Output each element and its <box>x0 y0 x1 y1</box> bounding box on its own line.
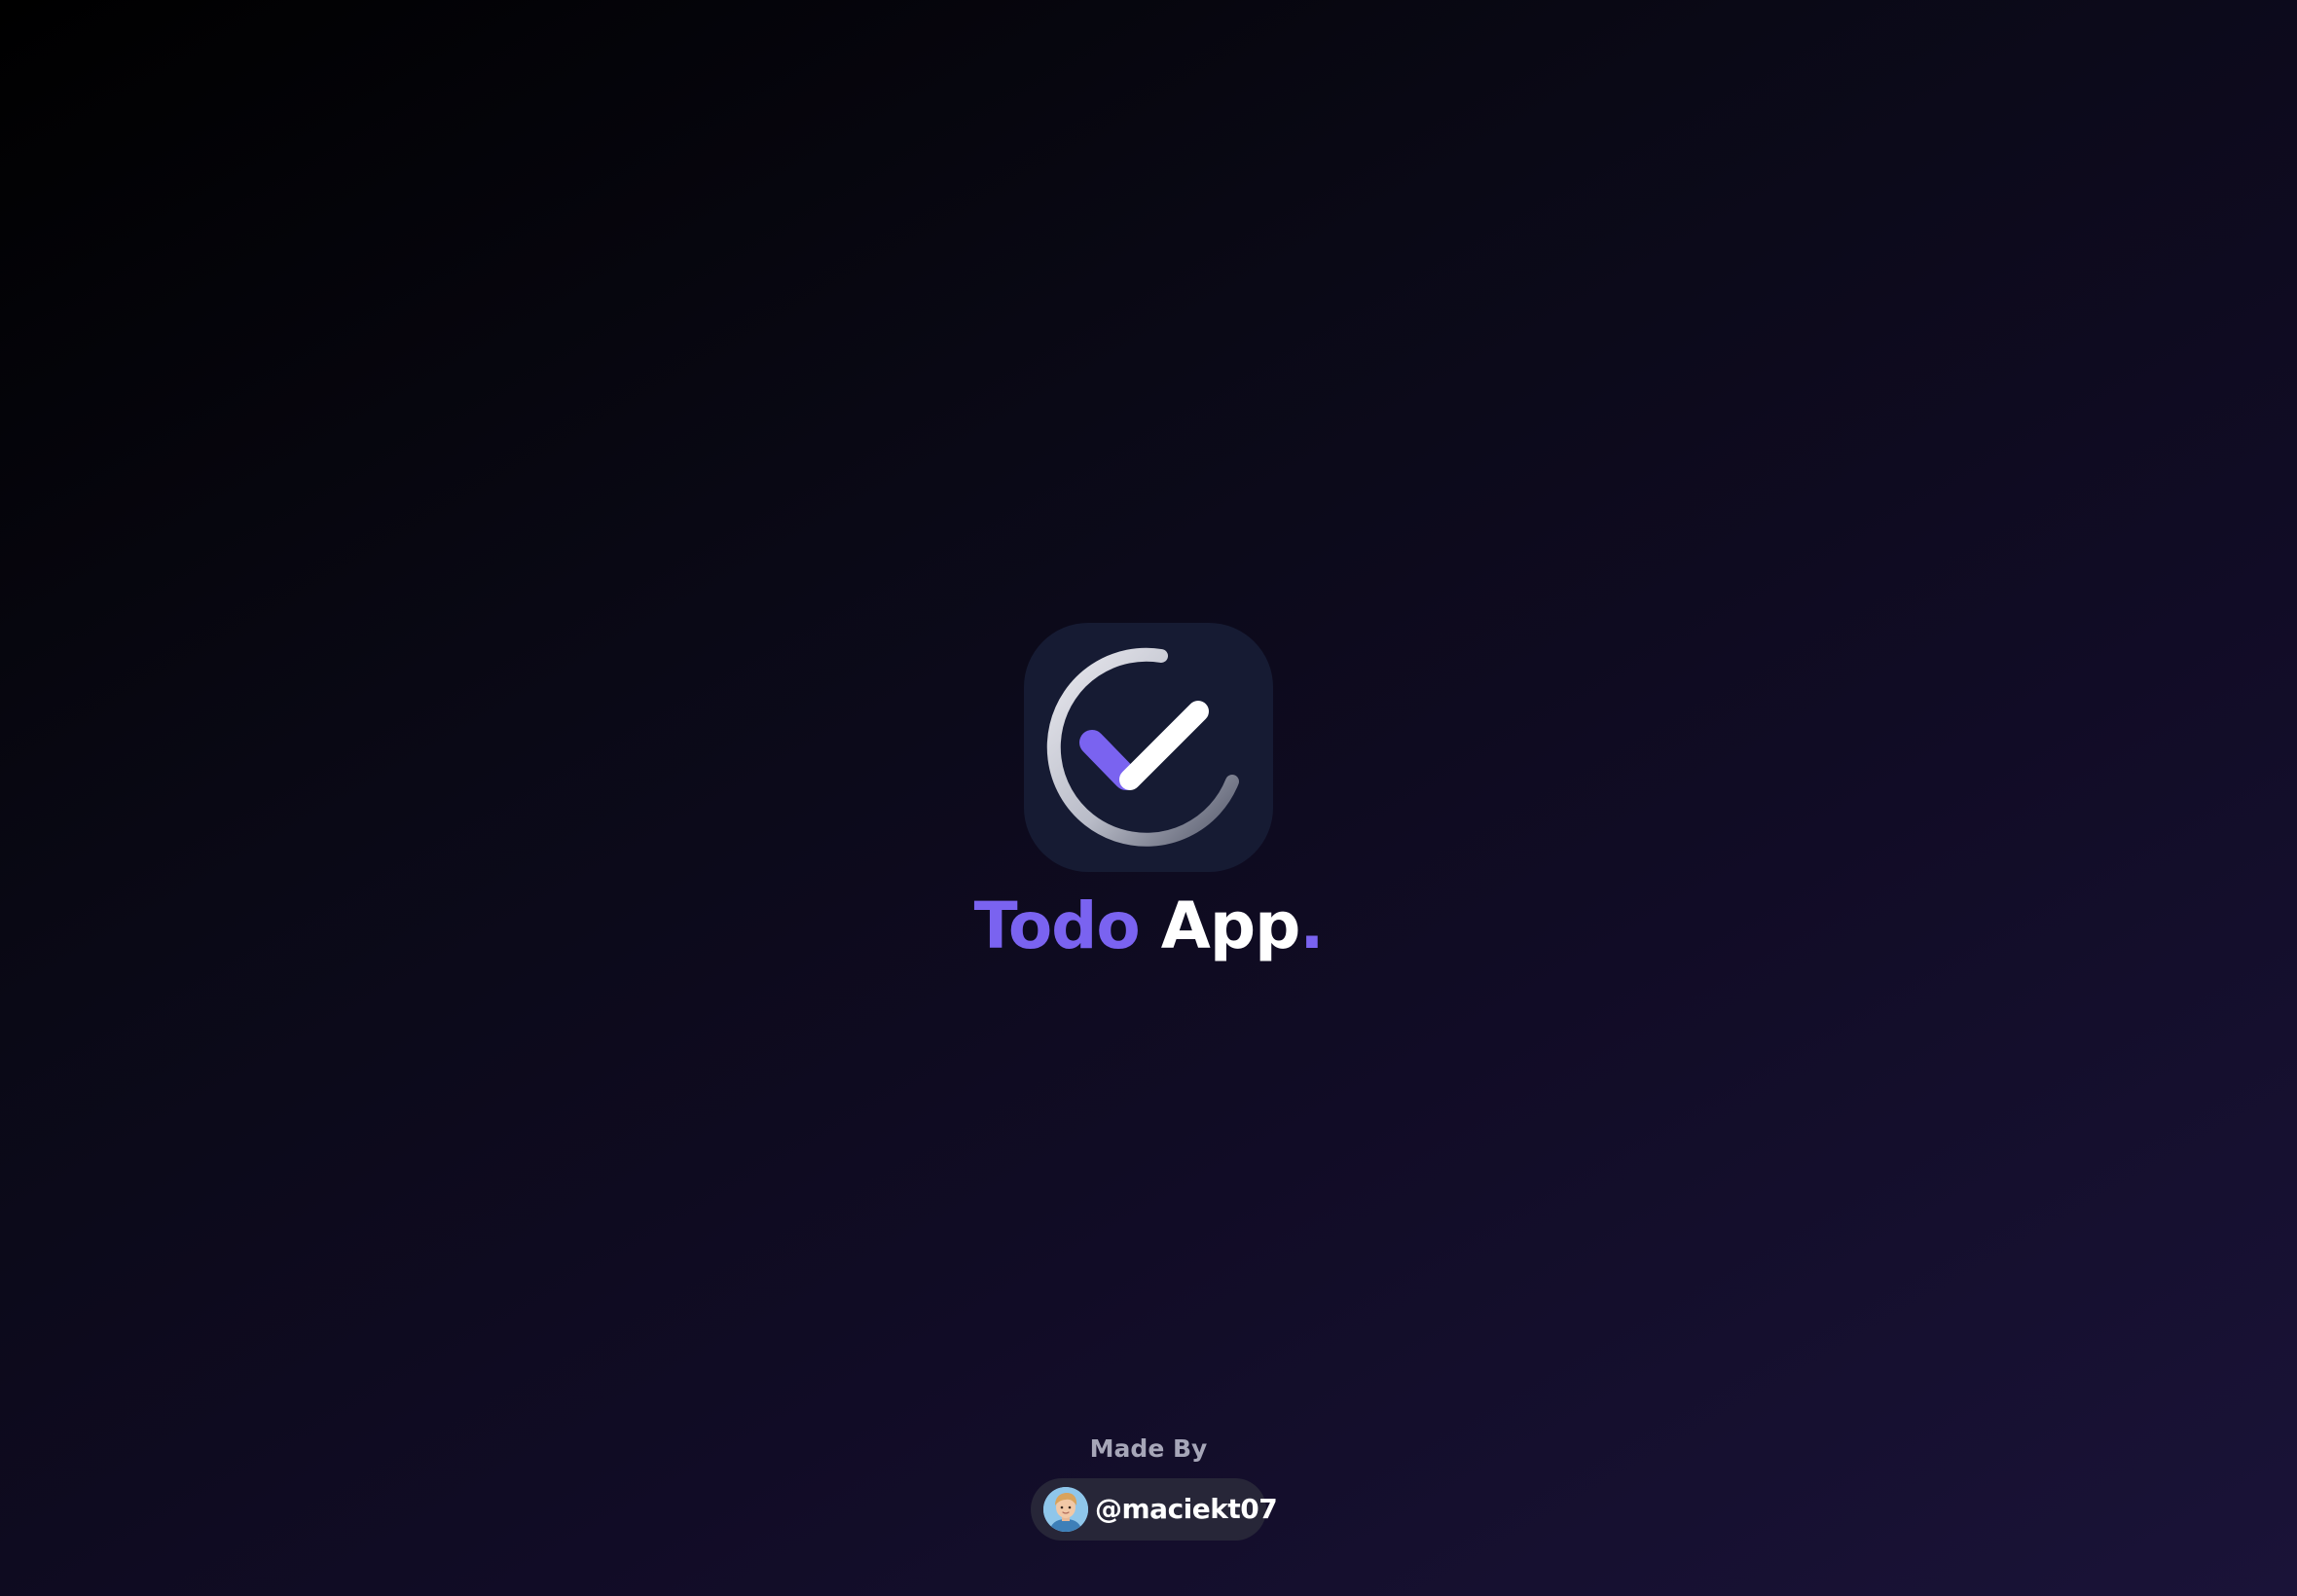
author-link-button[interactable]: @maciekt07 <box>1031 1478 1278 1541</box>
check-circle-icon <box>1046 647 1239 847</box>
splash-screen: Todo App. Made By @maciekt07 <box>0 0 2297 1596</box>
avatar <box>1043 1487 1088 1532</box>
author-handle: @maciekt07 <box>1095 1493 1278 1525</box>
avatar-icon <box>1043 1487 1088 1532</box>
app-logo <box>1024 623 1273 872</box>
app-title-todo: Todo <box>973 889 1141 963</box>
app-title-dot: . <box>1299 889 1324 963</box>
made-by-label: Made By <box>1089 1434 1208 1463</box>
app-title-app: App <box>1160 889 1301 963</box>
app-title: Todo App. <box>0 882 2297 971</box>
